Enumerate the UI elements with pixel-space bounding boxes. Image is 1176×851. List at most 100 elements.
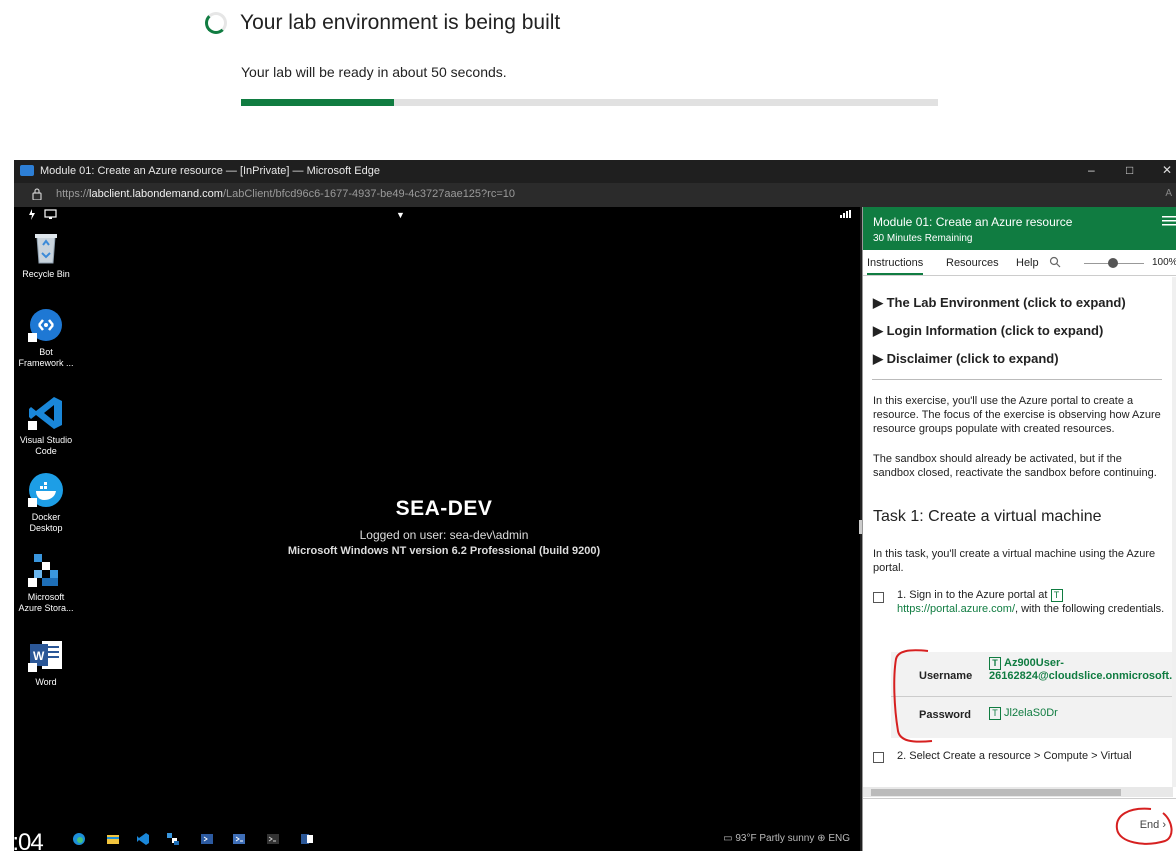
username-value-line-1: Az900User-	[1004, 657, 1064, 669]
password-text: Jl2elaS0Dr	[1004, 707, 1058, 719]
type-text-icon[interactable]: T	[989, 707, 1001, 720]
step-1-checkbox[interactable]	[873, 592, 884, 603]
desktop-icon-recycle-bin[interactable]: Recycle Bin	[14, 229, 78, 280]
window-title: Module 01: Create an Azure resource — [I…	[40, 165, 380, 177]
powershell-icon[interactable]	[200, 832, 214, 846]
desktop-icon-label: Visual Studio Code	[19, 435, 73, 456]
maximize-button[interactable]: □	[1126, 163, 1133, 177]
pin-icon[interactable]: ▼	[396, 210, 405, 220]
password-value[interactable]: T Jl2elaS0Dr	[989, 707, 1058, 720]
browser-titlebar: Module 01: Create an Azure resource — [I…	[14, 160, 1176, 183]
step-1-prefix: 1. Sign in to the Azure portal at	[897, 589, 1048, 601]
end-label: End	[1139, 819, 1160, 831]
url-path: /LabClient/bfcd96c6-1677-4937-be49-4c372…	[222, 188, 515, 200]
loading-spinner-icon	[205, 12, 227, 34]
step-2-checkbox[interactable]	[873, 752, 884, 763]
language-indicator: ENG	[828, 833, 850, 844]
read-aloud-icon[interactable]: A	[1165, 188, 1172, 199]
tab-help[interactable]: Help	[1016, 257, 1039, 269]
intro-paragraph-1: In this exercise, you'll use the Azure p…	[873, 395, 1161, 435]
instructions-content: ▶ The Lab Environment (click to expand) …	[863, 277, 1176, 822]
vscode-icon	[28, 395, 64, 431]
powershell-ise-icon[interactable]	[232, 832, 246, 846]
username-value[interactable]: T Az900User- 26162824@cloudslice.onmicros…	[989, 657, 1176, 682]
url-text[interactable]: https://labclient.labondemand.com/LabCli…	[56, 188, 515, 200]
taskbar: 0:04 ▭ 93°F Partly sunny ⊕ ENG	[14, 827, 860, 851]
tab-resources[interactable]: Resources	[946, 257, 999, 269]
build-subtitle: Your lab will be ready in about 50 secon…	[241, 64, 507, 80]
tab-instructions[interactable]: Instructions	[867, 257, 924, 275]
lock-icon	[32, 188, 42, 200]
zoom-level: 100%	[1152, 257, 1176, 268]
build-title: Your lab environment is being built	[240, 11, 561, 34]
username-label: Username	[919, 670, 973, 682]
task-title: Task 1: Create a virtual machine	[873, 508, 1102, 525]
recycle-bin-icon	[28, 229, 64, 265]
url-host: labclient.labondemand.com	[89, 188, 223, 200]
desktop-icon-vscode[interactable]: Visual Studio Code	[14, 395, 78, 457]
remote-desktop[interactable]: ▼ Recycle Bin Bot Framework ... Visual S…	[14, 207, 860, 851]
desktop-icon-label: Bot Framework ...	[18, 347, 74, 368]
session-info: SEA-DEV Logged on user: sea-dev\admin Mi…	[269, 497, 619, 557]
minimize-button[interactable]: –	[1088, 163, 1095, 177]
desktop-icon-azure-storage[interactable]: Microsoft Azure Stora...	[14, 552, 78, 614]
docker-icon	[28, 472, 64, 508]
azure-portal-link[interactable]: https://portal.azure.com/	[897, 603, 1015, 615]
password-label: Password	[919, 709, 971, 721]
step-1-suffix: , with the following credentials.	[1015, 603, 1165, 615]
expander-disclaimer[interactable]: ▶ Disclaimer (click to expand)	[873, 351, 1059, 367]
horizontal-scrollbar[interactable]	[863, 787, 1173, 797]
url-prefix: https://	[56, 188, 90, 200]
bot-framework-icon	[28, 307, 64, 343]
close-button[interactable]: ✕	[1162, 163, 1172, 177]
word-taskbar-icon[interactable]	[300, 832, 314, 846]
credentials-divider	[891, 696, 1176, 697]
build-progress-fill	[241, 99, 395, 106]
vscode-taskbar-icon[interactable]	[136, 832, 150, 846]
weather-text: 93°F Partly sunny	[735, 833, 815, 844]
panel-footer: End ›	[863, 798, 1176, 851]
clock-overlay: 0:04	[14, 829, 44, 851]
azure-storage-icon	[28, 552, 64, 588]
terminal-icon[interactable]	[266, 832, 280, 846]
word-icon: W	[28, 637, 64, 673]
azure-storage-taskbar-icon[interactable]	[166, 832, 180, 846]
weather-widget[interactable]: ▭ 93°F Partly sunny ⊕ ENG	[723, 833, 850, 844]
desktop-icon-label: Word	[35, 677, 57, 687]
type-text-icon[interactable]: T	[989, 657, 1001, 670]
divider	[872, 379, 1162, 380]
end-button[interactable]: End ›	[1140, 819, 1166, 831]
search-icon[interactable]	[1049, 256, 1061, 268]
step-2-text: 2. Select Create a resource > Compute > …	[897, 750, 1132, 762]
expander-login-information[interactable]: ▶ Login Information (click to expand)	[873, 323, 1103, 339]
vertical-scrollbar[interactable]	[1172, 277, 1176, 787]
intro-paragraph-2: The sandbox should already be activated,…	[873, 453, 1157, 479]
desktop-icon-word[interactable]: W Word	[14, 637, 78, 688]
time-remaining: 30 Minutes Remaining	[873, 233, 973, 244]
build-progress-bar	[241, 99, 938, 106]
hamburger-menu-icon[interactable]	[1162, 215, 1176, 227]
module-title: Module 01: Create an Azure resource	[873, 215, 1073, 229]
power-icon[interactable]	[28, 209, 58, 220]
file-explorer-icon[interactable]	[106, 832, 120, 846]
step-1-text: 1. Sign in to the Azure portal at T http…	[897, 588, 1167, 616]
expander-lab-environment[interactable]: ▶ The Lab Environment (click to expand)	[873, 295, 1126, 311]
horizontal-scrollbar-thumb[interactable]	[871, 789, 1121, 796]
os-version: Microsoft Windows NT version 6.2 Profess…	[287, 545, 601, 557]
browser-window: Module 01: Create an Azure resource — [I…	[14, 160, 1176, 851]
type-text-icon[interactable]: T	[1050, 589, 1063, 602]
edge-taskbar-icon[interactable]	[72, 832, 86, 846]
chevron-right-icon: ›	[1162, 819, 1166, 831]
desktop-icon-docker[interactable]: Docker Desktop	[14, 472, 78, 534]
signal-icon	[840, 210, 851, 218]
svg-text:W: W	[33, 649, 45, 663]
lab-build-status: Your lab environment is being built Your…	[0, 0, 1176, 155]
address-bar[interactable]: https://labclient.labondemand.com/LabCli…	[14, 183, 1176, 207]
zoom-slider-thumb[interactable]	[1108, 258, 1118, 268]
desktop-icon-label: Recycle Bin	[22, 269, 70, 279]
logged-on-user: Logged on user: sea-dev\admin	[359, 528, 529, 542]
desktop-icon-bot-framework[interactable]: Bot Framework ...	[14, 307, 78, 369]
panel-header: Module 01: Create an Azure resource 30 M…	[863, 207, 1176, 250]
lab-instructions-panel: Module 01: Create an Azure resource 30 M…	[862, 207, 1176, 851]
connection-bar-icons[interactable]	[28, 209, 58, 223]
